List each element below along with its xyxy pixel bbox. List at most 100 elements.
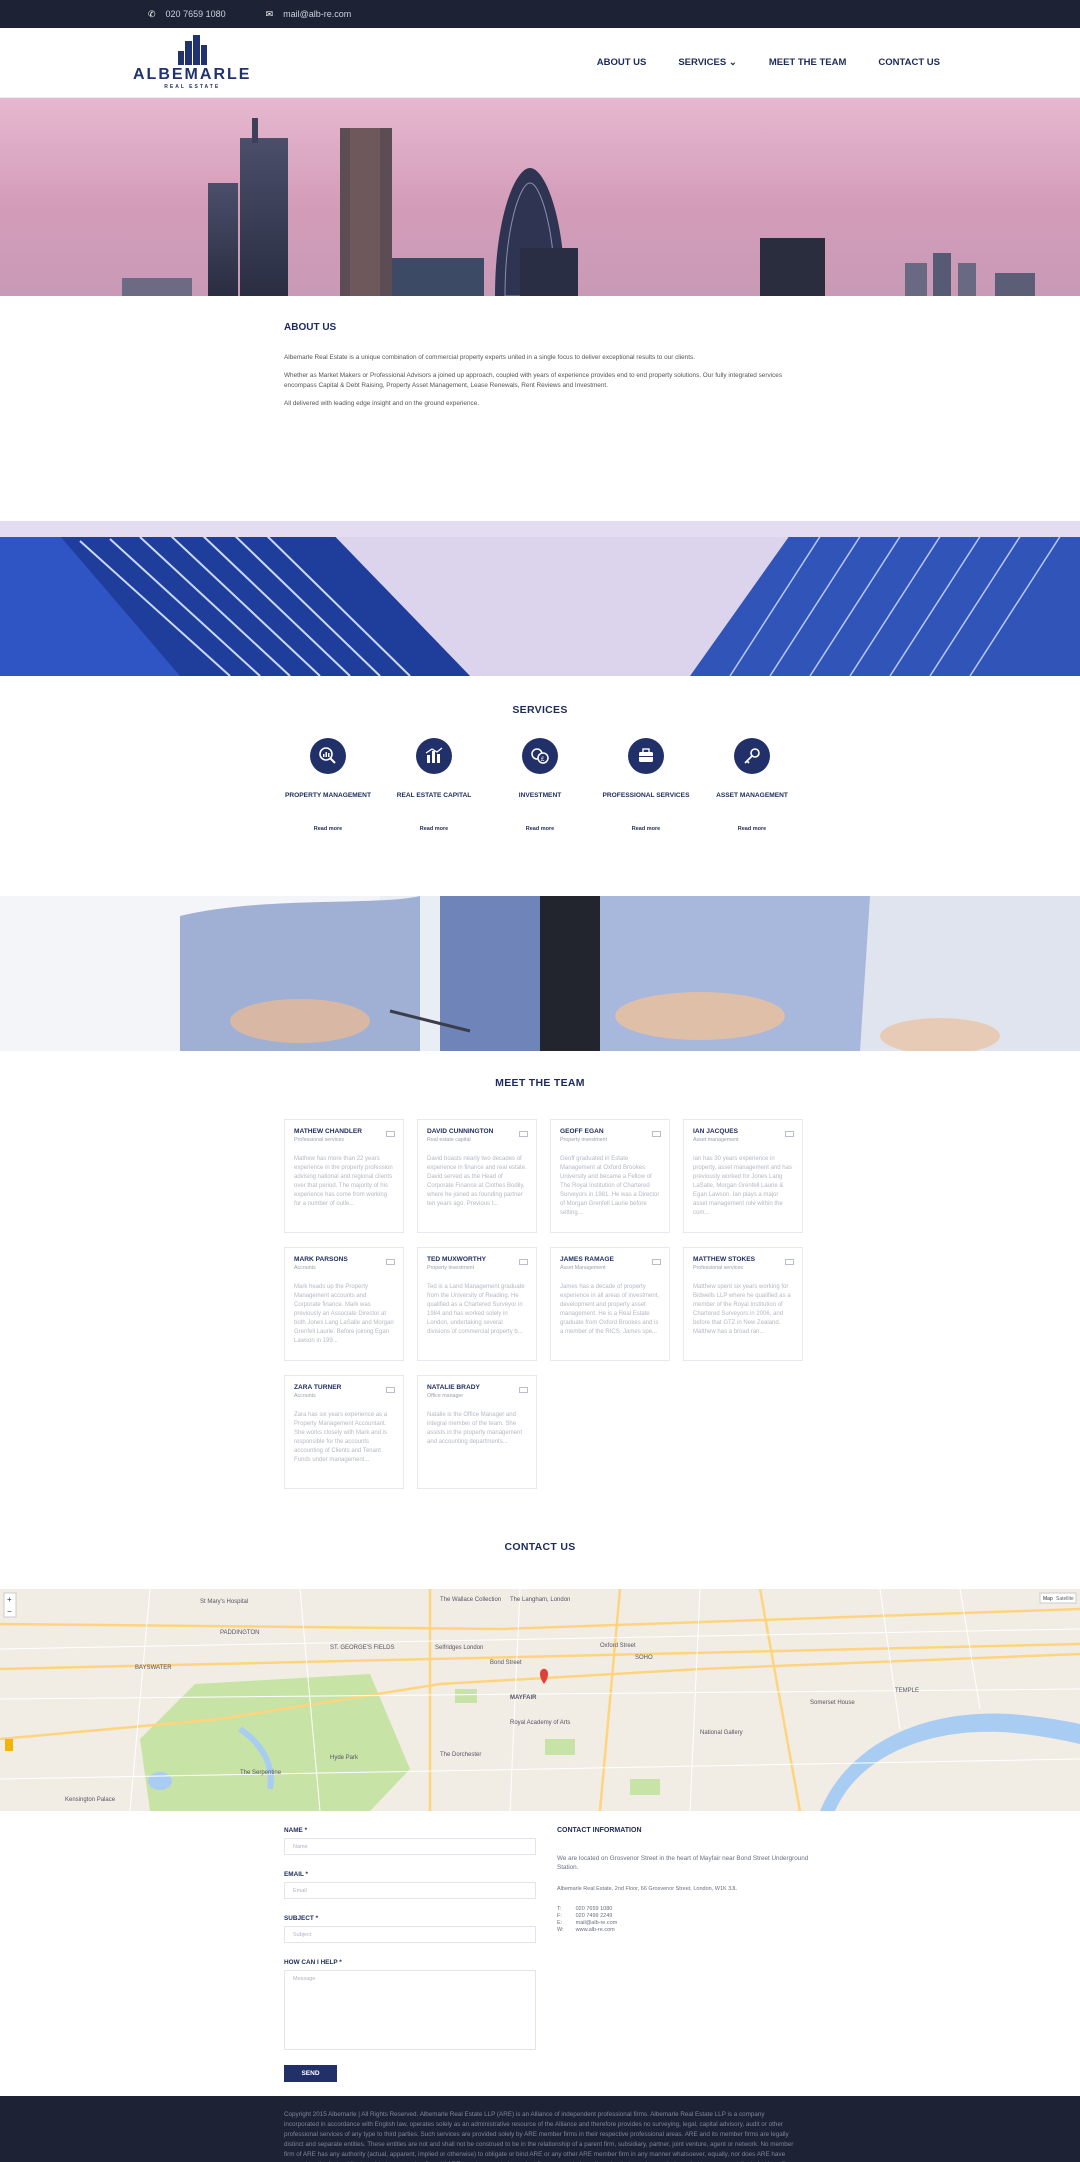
send-button[interactable]: SEND: [284, 2065, 337, 2082]
nav-team[interactable]: MEET THE TEAM: [769, 57, 847, 68]
member-role: Property investment: [560, 1137, 608, 1143]
footer-legal-text: Copyright 2015 Albemarle | All Rights Re…: [284, 2111, 794, 2162]
member-role: Office manager: [427, 1393, 464, 1399]
svg-text:TEMPLE: TEMPLE: [895, 1688, 919, 1694]
team-member-card[interactable]: DAVID CUNNINGTON Real estate capital David…: [417, 1119, 537, 1233]
detail-website[interactable]: www.alb-re.com: [576, 1927, 630, 1934]
svg-text:SOHO: SOHO: [635, 1655, 653, 1661]
member-role: Asset management: [693, 1137, 739, 1143]
email-label: EMAIL *: [284, 1871, 309, 1878]
envelope-icon[interactable]: [785, 1259, 794, 1265]
envelope-icon[interactable]: [652, 1131, 661, 1137]
service-real-estate-capital[interactable]: REAL ESTATE CAPITAL Read more: [381, 738, 487, 832]
svg-text:Kensington Palace: Kensington Palace: [65, 1797, 116, 1803]
member-role: Professional services: [693, 1265, 744, 1271]
subject-field[interactable]: Subject: [284, 1926, 536, 1943]
contact-info: CONTACT INFORMATION We are located on Gr…: [549, 1827, 809, 2096]
envelope-icon[interactable]: [386, 1387, 395, 1393]
message-field[interactable]: Message: [284, 1970, 536, 2050]
member-bio: Geoff graduated in Estate Management at …: [560, 1156, 660, 1216]
envelope-icon[interactable]: [652, 1259, 661, 1265]
contact-info-title: CONTACT INFORMATION: [557, 1827, 642, 1834]
member-bio: David boasts nearly two decades of exper…: [427, 1156, 527, 1207]
name-label: NAME *: [284, 1827, 308, 1834]
svg-text:The Dorchester: The Dorchester: [440, 1752, 481, 1758]
team-member-card[interactable]: IAN JACQUES Asset management Ian has 30 ye…: [683, 1119, 803, 1233]
email-contact[interactable]: ✉ mail@alb-re.com: [266, 9, 352, 20]
address-text: Albemarle Real Estate, 2nd Floor, 66 Gro…: [557, 1886, 738, 1892]
phone-contact[interactable]: ✆ 020 7659 1080: [148, 9, 226, 20]
name-field[interactable]: Name: [284, 1838, 536, 1855]
read-more-link[interactable]: Read more: [314, 826, 342, 832]
team-member-card[interactable]: MARK PARSONS Accounts Mark heads up the Pr…: [284, 1247, 404, 1361]
service-asset-management[interactable]: ASSET MANAGEMENT Read more: [699, 738, 805, 832]
member-name: NATALIE BRADY: [427, 1384, 480, 1391]
member-role: Property investment: [427, 1265, 475, 1271]
nav-contact[interactable]: CONTACT US: [878, 57, 940, 68]
building-chart-icon: [416, 738, 452, 774]
team-member-card[interactable]: NATALIE BRADY Office manager Natalie is th…: [417, 1375, 537, 1489]
svg-text:Somerset House: Somerset House: [810, 1700, 855, 1706]
phone-number: 020 7659 1080: [165, 8, 226, 19]
team-member-card[interactable]: MATHEW CHANDLER Professional services Math…: [284, 1119, 404, 1233]
envelope-icon[interactable]: [386, 1131, 395, 1137]
logo-building-icon: [178, 35, 208, 65]
about-paragraph-3: All delivered with leading edge insight …: [284, 400, 480, 407]
briefcase-icon: [628, 738, 664, 774]
envelope-icon: ✉: [265, 8, 274, 19]
handshake-graphic: [0, 896, 1080, 1051]
contact-section: NAME * Name EMAIL * Email SUBJECT * Subj…: [0, 1811, 1080, 2096]
logo[interactable]: ALBEMARLE REAL ESTATE: [133, 35, 251, 90]
top-bar: ✆ 020 7659 1080 ✉ mail@alb-re.com: [0, 0, 1080, 28]
member-name: TED MUXWORTHY: [427, 1256, 486, 1263]
envelope-icon[interactable]: [519, 1259, 528, 1265]
svg-text:MAYFAIR: MAYFAIR: [510, 1695, 537, 1701]
read-more-link[interactable]: Read more: [632, 826, 660, 832]
service-professional-services[interactable]: PROFESSIONAL SERVICES Read more: [593, 738, 699, 832]
member-name: DAVID CUNNINGTON: [427, 1128, 494, 1135]
detail-key: W:: [557, 1927, 564, 1933]
team-member-card[interactable]: TED MUXWORTHY Property investment Ted is a…: [417, 1247, 537, 1361]
envelope-icon[interactable]: [785, 1131, 794, 1137]
subject-label: SUBJECT *: [284, 1915, 319, 1922]
team-title: MEET THE TEAM: [495, 1077, 585, 1089]
envelope-icon[interactable]: [519, 1131, 528, 1137]
svg-text:ST. GEORGE'S FIELDS: ST. GEORGE'S FIELDS: [330, 1645, 395, 1651]
detail-email[interactable]: mail@alb-re.com: [576, 1920, 630, 1927]
member-role: Accounts: [294, 1265, 316, 1271]
read-more-link[interactable]: Read more: [738, 826, 766, 832]
read-more-link[interactable]: Read more: [526, 826, 554, 832]
member-name: JAMES RAMAGE: [560, 1256, 614, 1263]
member-bio: Mathew has more than 22 years experience…: [294, 1156, 393, 1207]
team-member-card[interactable]: GEOFF EGAN Property investment Geoff gradu…: [550, 1119, 670, 1233]
team-section: MEET THE TEAM MATHEW CHANDLER Professiona…: [0, 1051, 1080, 1541]
about-paragraph-1: Albemarle Real Estate is a unique combin…: [284, 354, 695, 361]
team-member-card[interactable]: ZARA TURNER Accounts Zara has six years ex…: [284, 1375, 404, 1489]
nav-about[interactable]: ABOUT US: [597, 57, 647, 68]
service-investment[interactable]: £ INVESTMENT Read more: [487, 738, 593, 832]
detail-phone[interactable]: 020 7659 1080: [576, 1906, 630, 1913]
map-graphic: PADDINGTON BAYSWATER ST. GEORGE'S FIELDS…: [0, 1589, 1080, 1811]
location-map[interactable]: PADDINGTON BAYSWATER ST. GEORGE'S FIELDS…: [0, 1589, 1080, 1811]
team-member-card[interactable]: JAMES RAMAGE Asset Management James has a …: [550, 1247, 670, 1361]
member-bio: Ted is a Land Management graduate from t…: [427, 1284, 525, 1335]
message-label: HOW CAN I HELP *: [284, 1959, 342, 1966]
member-role: Professional services: [294, 1137, 345, 1143]
service-property-management[interactable]: PROPERTY MANAGEMENT Read more: [275, 738, 381, 832]
read-more-link[interactable]: Read more: [420, 826, 448, 832]
services-list: PROPERTY MANAGEMENT Read more REAL ESTAT…: [0, 738, 1080, 832]
member-role: Asset Management: [560, 1265, 606, 1271]
team-member-card[interactable]: MATTHEW STOKES Professional services Matth…: [683, 1247, 803, 1361]
envelope-icon[interactable]: [519, 1387, 528, 1393]
service-label: ASSET MANAGEMENT: [716, 792, 788, 799]
about-section: ABOUT US Albemarle Real Estate is a uniq…: [0, 296, 1080, 521]
location-text: We are located on Grosvenor Street in th…: [557, 1855, 809, 1871]
contact-form: NAME * Name EMAIL * Email SUBJECT * Subj…: [284, 1827, 536, 2096]
envelope-icon[interactable]: [386, 1259, 395, 1265]
nav-services[interactable]: SERVICES ⌄: [678, 57, 736, 68]
email-field[interactable]: Email: [284, 1882, 536, 1899]
svg-text:St Mary's Hospital: St Mary's Hospital: [200, 1599, 248, 1605]
email-address: mail@alb-re.com: [283, 8, 352, 19]
detail-key: F:: [557, 1913, 562, 1919]
logo-name: ALBEMARLE: [133, 66, 252, 83]
